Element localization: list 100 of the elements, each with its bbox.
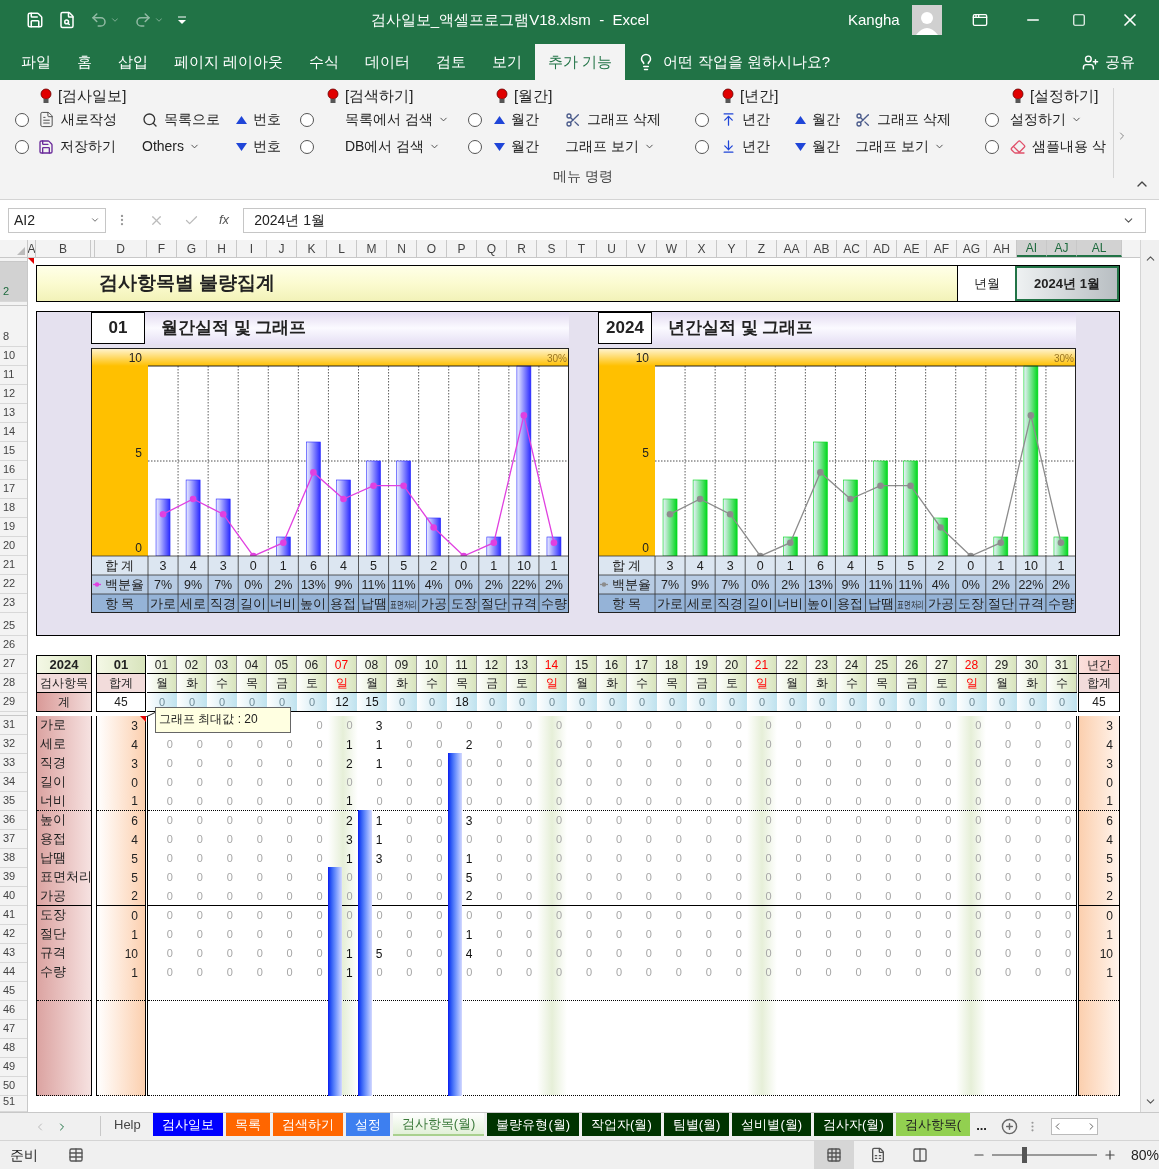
day-count: 0 (495, 946, 504, 962)
day-count: 0 (746, 944, 777, 963)
day-count: 0 (944, 813, 953, 829)
day-header: 29 (987, 656, 1017, 673)
day-count: 0 (746, 868, 777, 887)
day-count: 0 (525, 851, 534, 867)
day-count: 0 (794, 775, 803, 791)
day-count: 0 (495, 718, 504, 734)
day-count: 0 (914, 737, 923, 753)
group-header: [설정하기] (1030, 85, 1099, 106)
day-count: 0 (495, 775, 504, 791)
day-count: 0 (165, 775, 174, 791)
category-label: 직경 (210, 597, 237, 611)
comment-box: 그래프 최대값 : 20 (155, 707, 291, 733)
day-count: 0 (225, 832, 234, 848)
percent-value: 0% (961, 578, 980, 592)
day-count: 0 (225, 965, 234, 981)
day-count: 0 (956, 849, 987, 868)
day-count: 0 (824, 965, 833, 981)
day-count: 0 (854, 718, 863, 734)
day-header: 10 (417, 656, 447, 673)
day-count: 0 (824, 718, 833, 734)
day-count: 0 (525, 793, 534, 809)
day-total: 0 (537, 693, 567, 711)
day-count: 0 (956, 925, 987, 944)
day-count: 0 (1034, 965, 1043, 981)
weekday-header: 화 (1017, 674, 1047, 692)
day-count: 0 (285, 965, 294, 981)
day-count: 0 (225, 851, 234, 867)
day-count: 0 (644, 888, 653, 904)
day-count: 0 (495, 737, 504, 753)
day-count: 0 (285, 832, 294, 848)
percent-value: 4% (931, 578, 950, 592)
day-count: 0 (944, 927, 953, 943)
day-count: 1 (464, 850, 474, 868)
day-count: 0 (884, 870, 893, 886)
day-count: 0 (405, 927, 414, 943)
day-count: 0 (195, 737, 204, 753)
day-count: 0 (165, 793, 174, 809)
day-header: 24 (837, 656, 867, 673)
day-count: 0 (956, 754, 987, 773)
day-count: 0 (704, 870, 713, 886)
category-label: 납땜 (360, 597, 387, 611)
day-count: 0 (956, 735, 987, 754)
total-value: 1 (1057, 559, 1065, 573)
annual-count: 4 (1079, 830, 1119, 849)
total-value: 3 (219, 559, 227, 573)
axis-label: 30% (547, 353, 567, 364)
day-count: 0 (824, 946, 833, 962)
day-count: 0 (614, 832, 623, 848)
day-count: 0 (1063, 870, 1073, 886)
item-name: 절단 (37, 925, 91, 944)
day-count: 0 (1004, 793, 1013, 809)
annual-count: 4 (1079, 735, 1119, 754)
annual-count: 3 (1079, 754, 1119, 773)
day-count: 0 (165, 888, 174, 904)
day-count: 0 (525, 965, 534, 981)
category-label: 가공 (927, 597, 954, 611)
day-count: 0 (435, 870, 444, 886)
day-count: 0 (1034, 946, 1043, 962)
total-value: 1 (279, 559, 287, 573)
day-count: 0 (584, 927, 594, 943)
day-count: 0 (614, 756, 623, 772)
day-count: 0 (285, 775, 294, 791)
day-count: 0 (734, 908, 743, 924)
annual-count: 5 (1079, 868, 1119, 887)
day-count: 0 (704, 718, 713, 734)
annual-count: 1 (1079, 792, 1119, 811)
day-count: 0 (734, 737, 743, 753)
day-header: 28 (957, 656, 987, 673)
weekday-header: 목 (867, 674, 897, 692)
total-value: 4 (189, 559, 197, 573)
category-label: 절단 (987, 597, 1014, 611)
percent-value: 22% (1018, 578, 1044, 592)
day-count: 0 (734, 927, 743, 943)
day-count: 0 (644, 870, 653, 886)
day-count: 0 (956, 792, 987, 810)
day-count: 0 (255, 888, 264, 904)
day-count: 0 (327, 716, 358, 735)
category-label: 가로 (657, 597, 684, 611)
day-count: 0 (674, 832, 683, 848)
day-count: 0 (704, 965, 713, 981)
day-count: 0 (914, 813, 923, 829)
day-count: 0 (465, 775, 474, 791)
day-count: 0 (956, 887, 987, 905)
day-count: 0 (1034, 832, 1043, 848)
day-count: 0 (854, 946, 863, 962)
total-value: 0 (756, 559, 764, 573)
day-total: 0 (507, 693, 537, 711)
weekday-header: 금 (687, 674, 717, 692)
day-count: 0 (315, 851, 324, 867)
day-count: 0 (255, 870, 264, 886)
day-count: 0 (644, 737, 653, 753)
day-header: 14 (537, 656, 567, 673)
day-header: 13 (507, 656, 537, 673)
day-count: 0 (746, 735, 777, 754)
category-label: 너비 (777, 597, 804, 611)
day-count: 0 (405, 813, 414, 829)
day-header: 08 (357, 656, 387, 673)
day-count: 0 (674, 851, 683, 867)
